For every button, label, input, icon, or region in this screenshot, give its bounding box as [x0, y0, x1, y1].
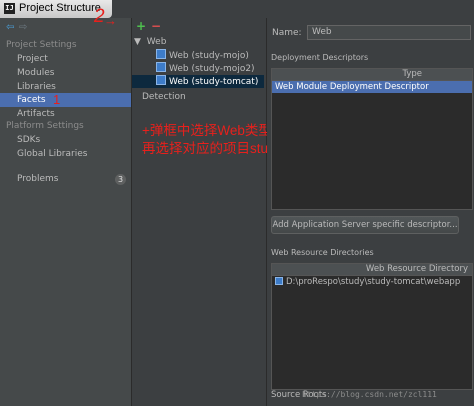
forward-arrow-icon[interactable]: ⇨ — [19, 22, 29, 33]
tree-item-study-mojo[interactable]: Web (study-mojo) — [156, 49, 264, 62]
annotation-number-2: 2 — [94, 6, 105, 27]
nav-item-sdks[interactable]: SDKs — [0, 133, 131, 147]
left-settings-panel: ⇦ ⇨ Project Settings Project Modules Lib… — [0, 18, 132, 406]
nav-item-libraries[interactable]: Libraries — [0, 80, 131, 94]
table-row[interactable]: D:\proRespo\study\study-tomcat\webapp — [272, 276, 472, 288]
tree-item-label: Web (study-mojo2) — [169, 64, 255, 74]
intellij-app-icon: IJ — [4, 3, 15, 14]
deployment-descriptors-header: Deployment Descriptors — [271, 53, 369, 62]
nav-item-facets-label: Facets — [17, 95, 46, 105]
tree-item-label: Web (study-tomcat) — [169, 77, 259, 87]
nav-item-global-libraries[interactable]: Global Libraries — [0, 147, 131, 161]
nav-item-problems[interactable]: Problems 3 — [0, 172, 131, 186]
web-resource-column-header[interactable]: Web Resource Directory — [272, 264, 472, 276]
watermark: https://blog.csdn.net/zcl111 — [302, 390, 437, 399]
web-facet-icon — [156, 62, 166, 72]
remove-facet-button[interactable]: − — [151, 19, 161, 33]
nav-item-facets[interactable]: Facets — [0, 93, 131, 107]
platform-settings-header: Platform Settings — [6, 121, 84, 131]
title-bar: IJ Project Structure — [0, 0, 474, 18]
name-label: Name: — [272, 28, 302, 38]
resource-path: D:\proRespo\study\study-tomcat\webapp — [286, 277, 461, 287]
tree-node-web-label: Web — [146, 37, 167, 47]
nav-item-artifacts[interactable]: Artifacts — [0, 107, 131, 121]
project-settings-header: Project Settings — [6, 40, 77, 50]
facet-details-panel: Name: Web Deployment Descriptors Type We… — [267, 18, 474, 406]
table-row[interactable]: Web Module Deployment Descriptor — [272, 81, 472, 93]
tree-expand-icon[interactable]: ▼ — [134, 37, 141, 47]
tree-node-detection[interactable]: Detection — [142, 91, 186, 104]
folder-icon — [275, 277, 283, 285]
annotation-number-1: 1 — [53, 92, 61, 107]
web-facet-icon — [156, 49, 166, 59]
facets-tree-panel: + − ▼ Web Web (study-mojo) Web (study-mo… — [132, 18, 267, 406]
annotation-arrow: → — [104, 13, 117, 28]
back-arrow-icon[interactable]: ⇦ — [6, 22, 16, 33]
name-field[interactable]: Web — [307, 25, 471, 40]
problems-count-badge: 3 — [115, 174, 126, 185]
nav-item-modules[interactable]: Modules — [0, 66, 131, 80]
web-resource-directories-table[interactable]: Web Resource Directory D:\proRespo\study… — [271, 263, 473, 390]
deployment-descriptors-table[interactable]: Type Web Module Deployment Descriptor — [271, 68, 473, 210]
tree-item-study-mojo2[interactable]: Web (study-mojo2) — [156, 62, 264, 75]
web-facet-icon — [156, 75, 166, 85]
add-server-descriptor-button[interactable]: Add Application Server specific descript… — [271, 216, 459, 234]
tree-node-web[interactable]: ▼ Web — [134, 36, 166, 49]
window-title: Project Structure — [19, 2, 101, 14]
nav-toolbar: ⇦ ⇨ — [6, 22, 29, 34]
type-column-header[interactable]: Type — [272, 69, 472, 81]
problems-label: Problems — [17, 174, 59, 184]
tree-item-study-tomcat[interactable]: Web (study-tomcat) — [132, 75, 264, 88]
nav-item-project[interactable]: Project — [0, 52, 131, 66]
add-facet-button[interactable]: + — [136, 19, 146, 33]
web-resource-directories-header: Web Resource Directories — [271, 248, 374, 257]
tree-item-label: Web (study-mojo) — [169, 51, 249, 61]
